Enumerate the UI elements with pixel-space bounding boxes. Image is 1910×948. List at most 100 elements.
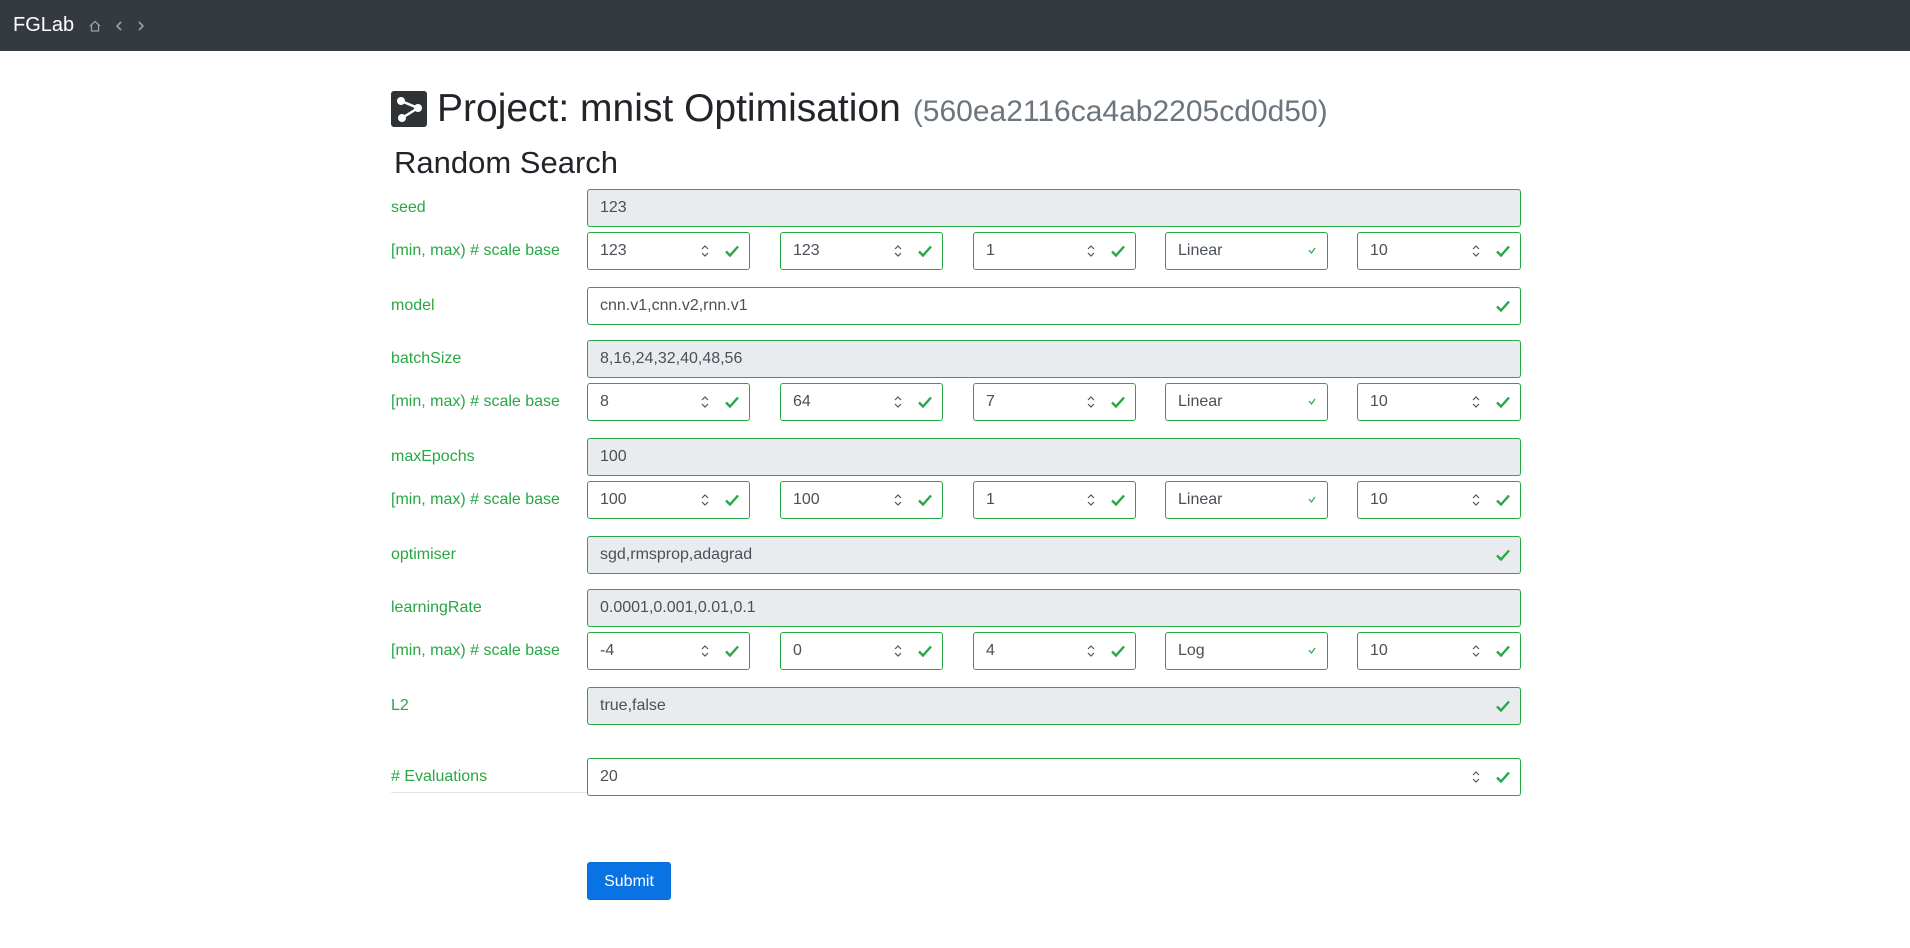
batchsize-base-input[interactable]: 10 (1357, 383, 1521, 421)
field-value: -4 (600, 642, 615, 659)
batchsize-count-input[interactable]: 7 (973, 383, 1136, 421)
check-icon (1496, 245, 1510, 258)
range-label: [min, max) # scale base (391, 242, 560, 259)
field-value: Linear (1178, 491, 1223, 508)
learningrate-base-input[interactable]: 10 (1357, 632, 1521, 670)
field-value: 123 (600, 242, 627, 259)
param-label: batchSize (391, 350, 462, 367)
field-value: 10 (1370, 491, 1388, 508)
spinner-icon[interactable] (894, 490, 902, 510)
batchsize-max-input[interactable]: 64 (780, 383, 943, 421)
spinner-icon[interactable] (1472, 241, 1480, 261)
field-value: cnn.v1,cnn.v2,rnn.v1 (600, 297, 748, 314)
param-label: maxEpochs (391, 448, 475, 465)
field-value: 100 (600, 491, 627, 508)
check-icon (725, 245, 739, 258)
spinner-icon[interactable] (894, 241, 902, 261)
home-icon[interactable] (88, 19, 102, 33)
field-value: 7 (986, 393, 995, 410)
range-label: [min, max) # scale base (391, 491, 560, 508)
field-value: 10 (1370, 642, 1388, 659)
spinner-icon[interactable] (1087, 241, 1095, 261)
spinner-icon[interactable] (1472, 641, 1480, 661)
back-icon[interactable] (114, 20, 124, 32)
project-title: Project: mnist Optimisation (437, 87, 901, 130)
check-icon (918, 245, 932, 258)
learningrate-scale-select[interactable]: Log (1165, 632, 1328, 670)
seed-max-input[interactable]: 123 (780, 232, 943, 270)
seed-values-field: 123 (587, 189, 1521, 227)
section-title: Random Search (394, 145, 619, 180)
spinner-icon[interactable] (701, 490, 709, 510)
chevron-down-icon (1308, 398, 1316, 405)
param-row-l2: L2 true,false (391, 687, 1521, 725)
maxepochs-base-input[interactable]: 10 (1357, 481, 1521, 519)
spinner-icon[interactable] (1087, 392, 1095, 412)
spinner-icon[interactable] (1472, 392, 1480, 412)
batchsize-min-input[interactable]: 8 (587, 383, 750, 421)
spinner-icon[interactable] (1472, 767, 1480, 787)
param-label: model (391, 297, 435, 314)
field-value: 1 (986, 242, 995, 259)
range-label: [min, max) # scale base (391, 393, 560, 410)
field-value: 123 (600, 199, 627, 216)
spinner-icon[interactable] (701, 641, 709, 661)
seed-min-input[interactable]: 123 (587, 232, 750, 270)
model-values-field[interactable]: cnn.v1,cnn.v2,rnn.v1 (587, 287, 1521, 325)
maxepochs-count-input[interactable]: 1 (973, 481, 1136, 519)
optimiser-values-field: sgd,rmsprop,adagrad (587, 536, 1521, 574)
check-icon (725, 396, 739, 409)
range-row-batchsize: [min, max) # scale base 8 64 7 Linear 10 (391, 383, 1521, 421)
maxepochs-scale-select[interactable]: Linear (1165, 481, 1328, 519)
spinner-icon[interactable] (894, 392, 902, 412)
spinner-icon[interactable] (1087, 490, 1095, 510)
check-icon (1496, 700, 1510, 713)
l2-values-field: true,false (587, 687, 1521, 725)
field-value: 100 (600, 448, 627, 465)
spinner-icon[interactable] (701, 392, 709, 412)
learningrate-max-input[interactable]: 0 (780, 632, 943, 670)
check-icon (1111, 245, 1125, 258)
seed-scale-select[interactable]: Linear (1165, 232, 1328, 270)
check-icon (1496, 300, 1510, 313)
field-value: Log (1178, 642, 1205, 659)
brand-link[interactable]: FGLab (13, 14, 74, 37)
seed-count-input[interactable]: 1 (973, 232, 1136, 270)
chevron-down-icon (1308, 647, 1316, 654)
spinner-icon[interactable] (1472, 490, 1480, 510)
maxepochs-max-input[interactable]: 100 (780, 481, 943, 519)
seed-base-input[interactable]: 10 (1357, 232, 1521, 270)
project-id: (560ea2116ca4ab2205cd0d50) (912, 95, 1328, 128)
chevron-down-icon (1308, 496, 1316, 503)
spinner-icon[interactable] (894, 641, 902, 661)
param-label: seed (391, 199, 426, 216)
check-icon (918, 396, 932, 409)
check-icon (1496, 396, 1510, 409)
field-value: 1 (986, 491, 995, 508)
range-row-seed: [min, max) # scale base 123 123 1 Linear… (391, 232, 1521, 270)
check-icon (725, 645, 739, 658)
check-icon (1496, 549, 1510, 562)
learningrate-min-input[interactable]: -4 (587, 632, 750, 670)
learningrate-values-field: 0.0001,0.001,0.01,0.1 (587, 589, 1521, 627)
field-value: 8,16,24,32,40,48,56 (600, 350, 743, 367)
maxepochs-min-input[interactable]: 100 (587, 481, 750, 519)
spinner-icon[interactable] (1087, 641, 1095, 661)
field-value: 10 (1370, 242, 1388, 259)
batchsize-scale-select[interactable]: Linear (1165, 383, 1328, 421)
param-row-batchsize: batchSize 8,16,24,32,40,48,56 (391, 340, 1521, 378)
spinner-icon[interactable] (701, 241, 709, 261)
param-row-maxepochs: maxEpochs 100 (391, 438, 1521, 476)
submit-button[interactable]: Submit (587, 862, 671, 900)
project-logo-icon (391, 91, 427, 127)
check-icon (1496, 771, 1510, 784)
param-label: optimiser (391, 546, 456, 563)
batchsize-values-field: 8,16,24,32,40,48,56 (587, 340, 1521, 378)
field-value: true,false (600, 697, 666, 714)
evaluations-input[interactable]: 20 (587, 758, 1521, 796)
chevron-down-icon (1308, 247, 1316, 254)
maxepochs-values-field: 100 (587, 438, 1521, 476)
page-title: Project: mnist Optimisation (560ea2116ca… (391, 85, 1328, 133)
forward-icon[interactable] (136, 20, 146, 32)
learningrate-count-input[interactable]: 4 (973, 632, 1136, 670)
